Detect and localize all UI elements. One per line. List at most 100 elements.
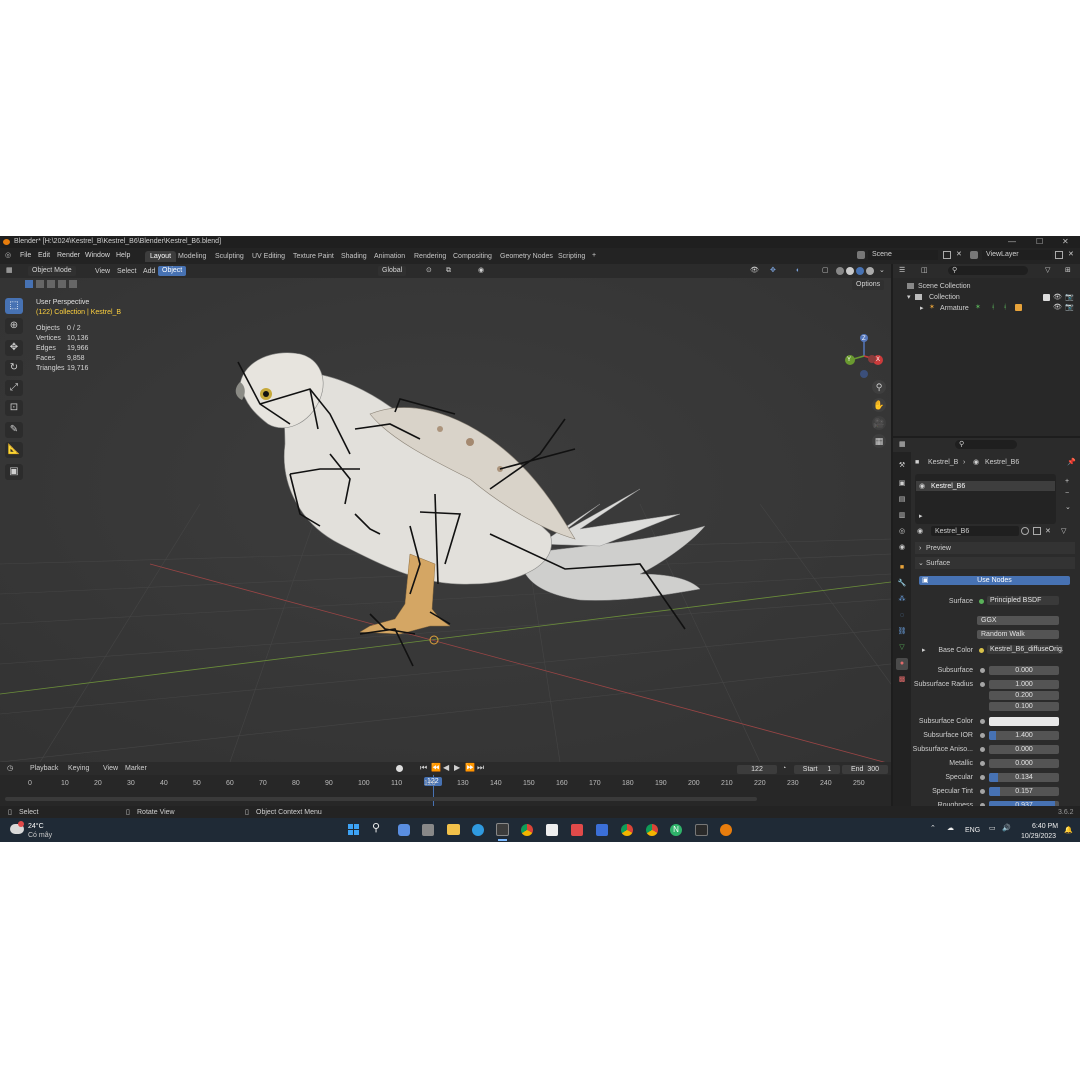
collection-visibility-icon[interactable]: 👁: [1053, 294, 1062, 301]
move-tool-icon[interactable]: ✥: [5, 340, 23, 356]
viewport-menu-view[interactable]: View: [95, 268, 110, 275]
outliner-editor-type-icon[interactable]: ☰: [899, 267, 905, 274]
task-view-icon[interactable]: [422, 824, 434, 836]
orthographic-toggle-icon[interactable]: ▦: [872, 434, 886, 448]
shading-material-icon[interactable]: [856, 267, 864, 275]
transform-orientation-dropdown[interactable]: Global: [378, 266, 407, 276]
property-value-field[interactable]: 0.200: [989, 691, 1059, 700]
volume-icon[interactable]: 🔊: [1002, 825, 1011, 832]
property-value-field[interactable]: 1.000: [989, 680, 1059, 689]
collection-render-icon[interactable]: 📷: [1065, 294, 1074, 301]
world-tab-icon[interactable]: ◉: [896, 542, 908, 554]
word-icon[interactable]: [596, 824, 608, 836]
tray-chevron-icon[interactable]: ⌃: [930, 825, 936, 832]
current-frame-field[interactable]: 122: [737, 765, 777, 774]
timeline-menu-keying[interactable]: Keying: [68, 765, 89, 772]
delete-view-layer-icon[interactable]: ✕: [1068, 251, 1074, 258]
menu-help[interactable]: Help: [116, 252, 130, 259]
blender-menu-icon[interactable]: ◎: [5, 252, 11, 259]
snap-icon[interactable]: ⧉: [446, 267, 451, 274]
add-workspace-button[interactable]: +: [592, 252, 596, 259]
pan-hand-icon[interactable]: ✋: [872, 398, 886, 412]
tab-shading[interactable]: Shading: [336, 251, 372, 262]
search-taskbar-icon[interactable]: ⚲: [372, 823, 380, 834]
jump-keyframe-back-icon[interactable]: ⏪: [431, 764, 441, 772]
shading-options-chevron-icon[interactable]: ⌄: [879, 267, 885, 274]
add-slot-icon[interactable]: +: [1065, 478, 1069, 485]
tab-animation[interactable]: Animation: [369, 251, 410, 262]
remove-slot-icon[interactable]: −: [1065, 490, 1069, 497]
armature-visibility-icon[interactable]: 👁: [1053, 304, 1062, 311]
subsurface-method-dropdown[interactable]: Random Walk: [977, 630, 1059, 639]
slot-specials-icon[interactable]: ⌄: [1065, 504, 1071, 511]
armature-label[interactable]: Armature: [940, 305, 969, 312]
fake-user-icon[interactable]: [1021, 527, 1029, 535]
add-cube-tool-icon[interactable]: ▣: [5, 464, 23, 480]
property-value-field[interactable]: [989, 717, 1059, 726]
collection-checkbox[interactable]: [1043, 294, 1050, 301]
play-icon[interactable]: ▶: [454, 764, 460, 772]
gizmo-toggle-icon[interactable]: ✥: [770, 267, 776, 274]
new-collection-icon[interactable]: ⊞: [1065, 267, 1071, 274]
start-frame-field[interactable]: Start 1: [794, 765, 840, 774]
cursor-tool-icon[interactable]: ⊕: [5, 318, 23, 334]
auto-keying-record-icon[interactable]: [396, 765, 403, 772]
tab-layout[interactable]: Layout: [145, 251, 177, 262]
clock-time[interactable]: 6:40 PM: [1032, 823, 1058, 830]
annotate-tool-icon[interactable]: ✎: [5, 422, 23, 438]
rotate-tool-icon[interactable]: ↻: [5, 360, 23, 376]
properties-editor-type-icon[interactable]: ▦: [899, 441, 906, 448]
display-mode-icon[interactable]: ◫: [921, 267, 928, 274]
close-button[interactable]: ✕: [1062, 237, 1069, 246]
chrome-icon[interactable]: [521, 824, 533, 836]
select-tool-icon[interactable]: ⬚: [5, 298, 23, 314]
tab-texture-paint[interactable]: Texture Paint: [288, 251, 339, 262]
delete-scene-icon[interactable]: ✕: [956, 251, 962, 258]
unlink-material-icon[interactable]: ✕: [1045, 528, 1051, 535]
play-reverse-icon[interactable]: ◀: [443, 764, 449, 772]
render-tab-icon[interactable]: ▣: [896, 478, 908, 490]
property-value-field[interactable]: 0.134: [989, 773, 1059, 782]
armature-render-icon[interactable]: 📷: [1065, 304, 1074, 311]
base-color-texture-field[interactable]: Kestrel_B6_diffuseOrig...: [987, 645, 1063, 654]
jump-end-icon[interactable]: ⏭: [477, 764, 484, 772]
scene-collection-label[interactable]: Scene Collection: [918, 283, 971, 290]
property-value-field[interactable]: 0.000: [989, 745, 1059, 754]
physics-tab-icon[interactable]: ◌: [896, 610, 908, 622]
property-value-field[interactable]: 0.000: [989, 666, 1059, 675]
clock-date[interactable]: 10/29/2023: [1021, 833, 1056, 840]
timeline-scrollbar[interactable]: [5, 797, 757, 801]
3d-viewport[interactable]: ▦ Object Mode View Select Add Object Glo…: [0, 264, 891, 762]
constraints-tab-icon[interactable]: ⛓: [896, 626, 908, 638]
new-view-layer-icon[interactable]: [1055, 251, 1063, 259]
chrome-profile-icon[interactable]: [621, 824, 633, 836]
tab-uv-editing[interactable]: UV Editing: [247, 251, 290, 262]
app-grid-icon[interactable]: [571, 824, 583, 836]
object-mode-dropdown[interactable]: Object Mode: [28, 266, 76, 276]
windows-start-icon[interactable]: [348, 824, 360, 836]
tool-tab-icon[interactable]: ⚒: [896, 460, 908, 472]
armature-expand-icon[interactable]: ▸: [920, 305, 924, 312]
maximize-button[interactable]: ☐: [1036, 237, 1043, 246]
minimize-button[interactable]: —: [1008, 237, 1016, 246]
view-layer-tab-icon[interactable]: ▥: [896, 510, 908, 522]
overlays-icon[interactable]: ◐: [796, 267, 800, 274]
use-nodes-button[interactable]: Use Nodes: [919, 576, 1070, 585]
material-filter-icon[interactable]: ▽: [1061, 528, 1066, 535]
end-frame-field[interactable]: End 300: [842, 765, 888, 774]
notification-bell-icon[interactable]: 🔔: [1064, 827, 1073, 834]
snipping-tool-icon[interactable]: [496, 823, 509, 836]
timeline-menu-marker[interactable]: Marker: [125, 765, 147, 772]
scene-tab-icon[interactable]: ◎: [896, 526, 908, 538]
chrome-profile-2-icon[interactable]: [646, 824, 658, 836]
menu-file[interactable]: File: [20, 252, 31, 259]
clock-icon[interactable]: ◔: [782, 765, 786, 772]
timeline-menu-playback[interactable]: Playback: [30, 765, 58, 772]
slot-expand-icon[interactable]: ▸: [919, 513, 923, 520]
weather-temperature[interactable]: 24°C: [28, 823, 44, 830]
edge-browser-icon[interactable]: [472, 824, 484, 836]
filter-icon[interactable]: ▽: [1045, 267, 1050, 274]
tab-geometry-nodes[interactable]: Geometry Nodes: [495, 251, 558, 262]
outliner-search-input[interactable]: [948, 266, 1028, 275]
property-value-field[interactable]: 1.400: [989, 731, 1059, 740]
